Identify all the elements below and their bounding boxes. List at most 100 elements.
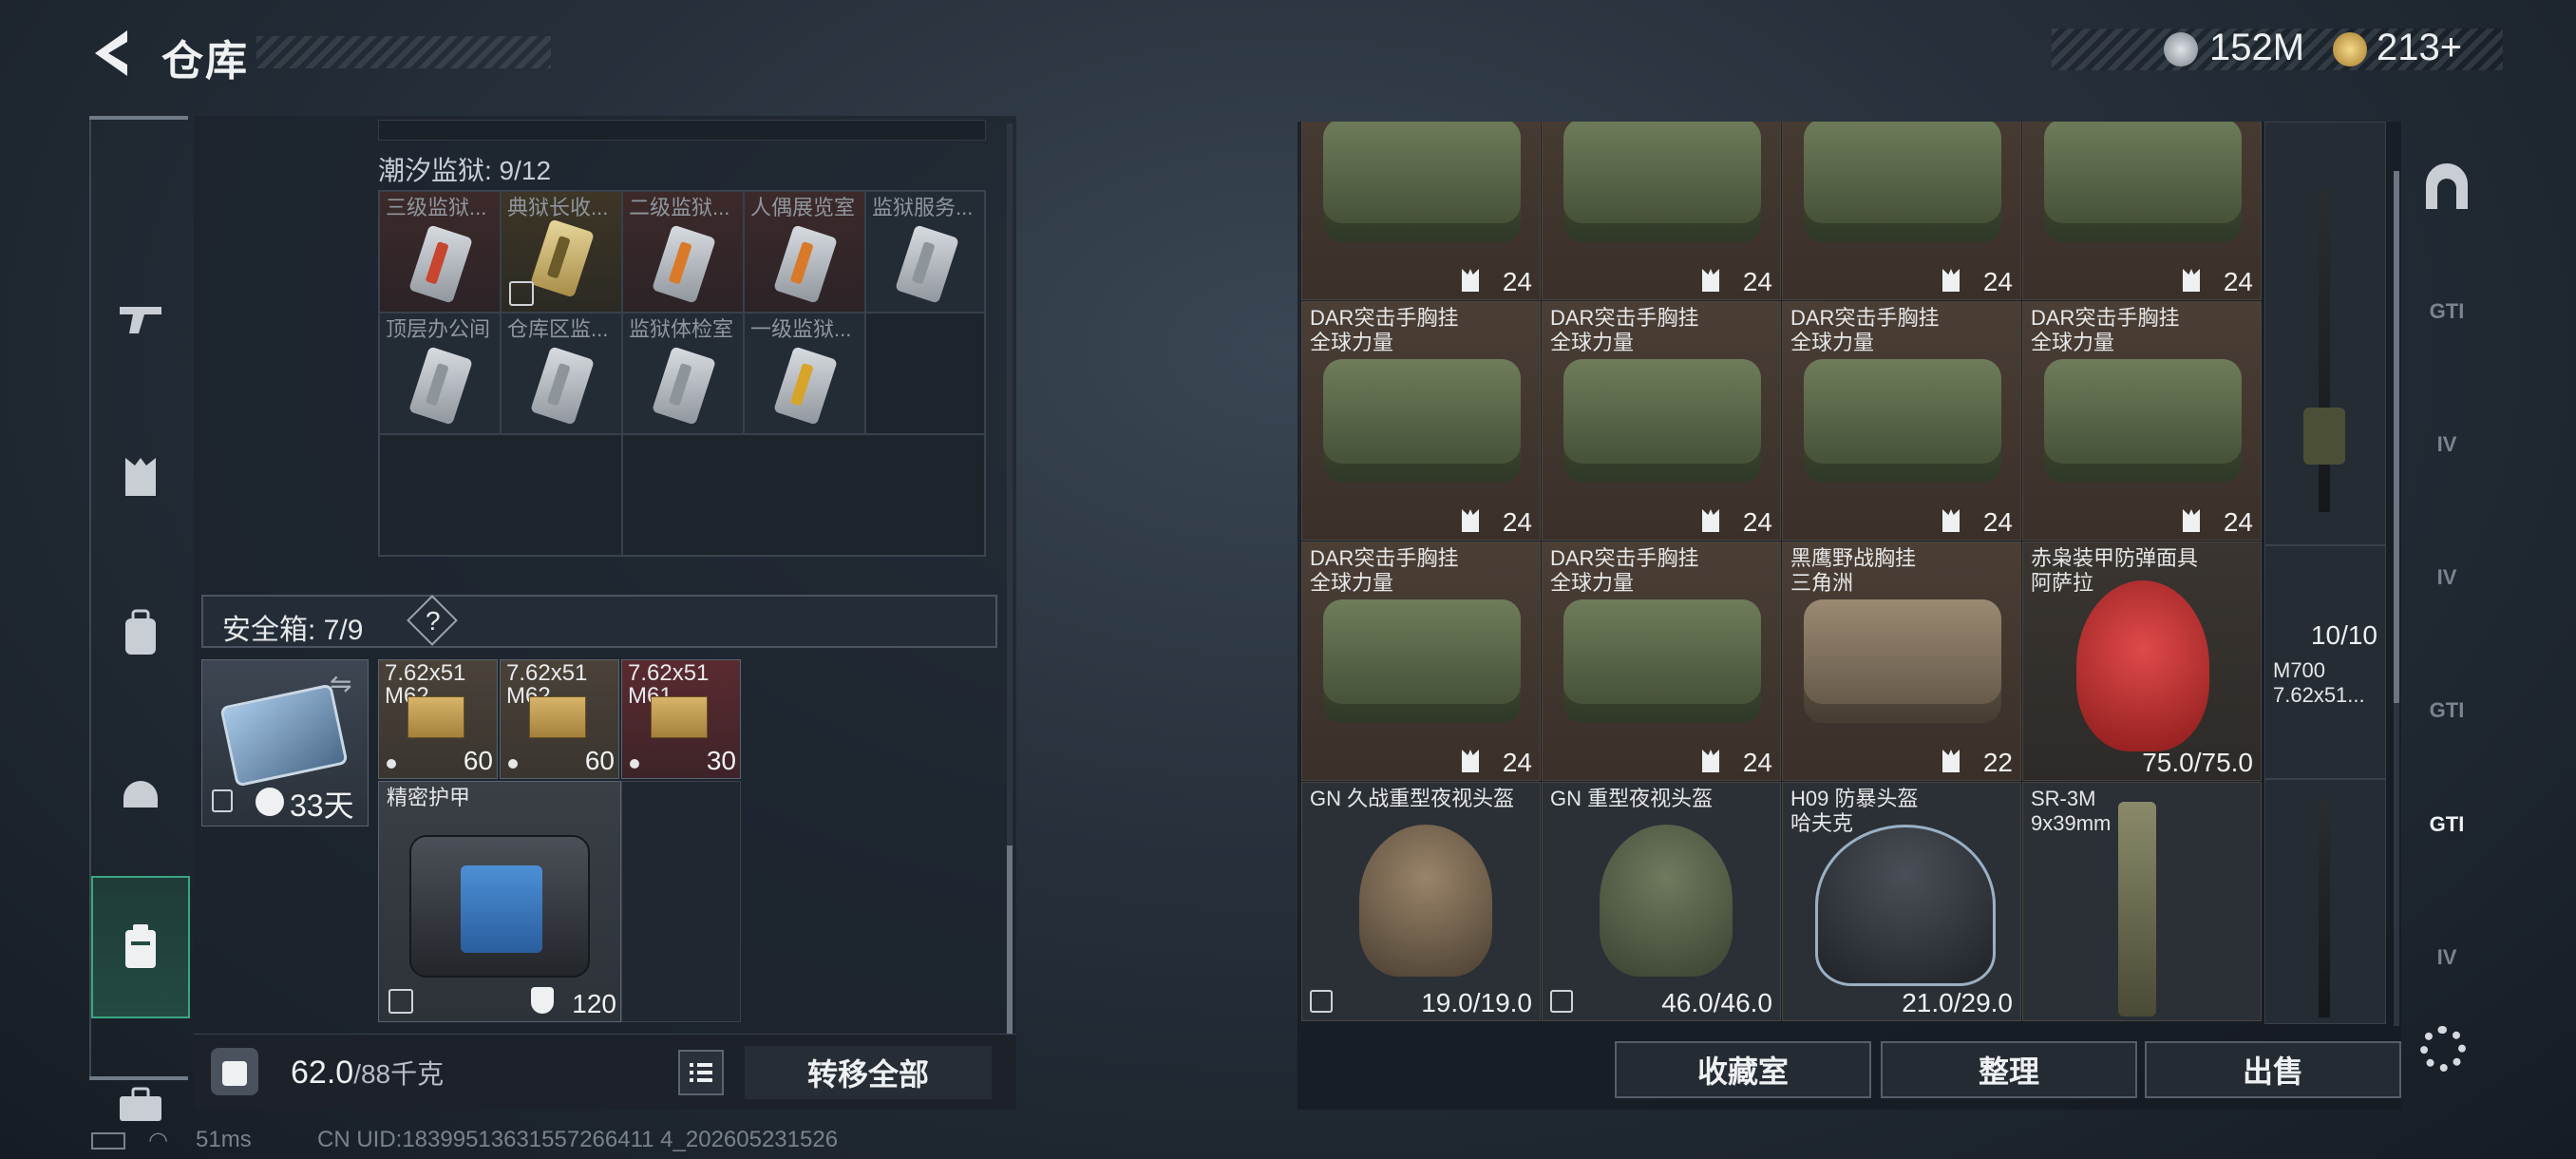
safe-box-days: 33天 xyxy=(290,788,354,823)
collection-room-button[interactable]: 收藏室 xyxy=(1615,1041,1871,1098)
weapon-slot[interactable] xyxy=(2264,779,2386,1024)
vest-small-icon xyxy=(1702,509,1719,532)
list-view-icon[interactable] xyxy=(678,1050,724,1095)
chest-rig-icon xyxy=(1323,599,1521,723)
tab-iv-case-icon[interactable]: IV xyxy=(2405,901,2489,1015)
item-name: DAR突击手胸挂 全球力量 xyxy=(1790,306,1940,354)
silver-coin-icon xyxy=(2164,32,2198,66)
keycard-icon xyxy=(895,224,959,304)
tab-gti-case-icon[interactable]: GTI xyxy=(2405,654,2489,768)
keycard-slot[interactable]: 顶层办公间 xyxy=(379,313,501,434)
nav-weapon-icon[interactable] xyxy=(91,249,190,391)
container-item-slot[interactable]: 24 xyxy=(1542,122,1781,300)
keycard-slot[interactable]: 一级监狱... xyxy=(744,313,865,434)
keycard-slot[interactable]: 监狱体检室 xyxy=(622,313,744,434)
chest-rig-icon xyxy=(2044,122,2242,242)
item-value: 24 xyxy=(1502,267,1532,296)
keycard-icon xyxy=(408,224,473,304)
keycard-label: 三级监狱... xyxy=(386,196,487,219)
item-value: 24 xyxy=(1742,748,1772,777)
tab-gti-case-icon-active[interactable]: GTI xyxy=(2405,768,2489,882)
keycard-icon xyxy=(652,224,716,304)
keycard-slot[interactable]: 典狱长收... xyxy=(501,191,622,313)
transfer-all-button[interactable]: 转移全部 xyxy=(745,1046,992,1099)
keycard-slot[interactable]: 仓库区监... xyxy=(501,313,622,434)
locked-icon xyxy=(509,281,534,306)
container-item-slot[interactable]: GN 久战重型夜视头盔 19.0/19.0 xyxy=(1301,782,1541,1021)
nav-helmet-icon[interactable] xyxy=(91,719,190,862)
title-stripe xyxy=(256,36,551,68)
item-value: 24 xyxy=(2223,267,2253,296)
safe-box-slot[interactable]: ⇋ 33天 xyxy=(201,659,369,826)
keycard-icon xyxy=(652,346,716,426)
keycard-slot[interactable]: 监狱服务... xyxy=(865,191,985,313)
keycard-slot[interactable]: 人偶展览室 xyxy=(744,191,865,313)
item-value: 24 xyxy=(1502,748,1532,777)
container-item-slot[interactable]: 24 xyxy=(2022,122,2262,300)
container-item-slot[interactable]: DAR突击手胸挂 全球力量 24 xyxy=(1301,542,1541,781)
keycard-label: 顶层办公间 xyxy=(386,317,491,341)
tab-iv-case-icon[interactable]: IV xyxy=(2405,388,2489,502)
container-item-slot[interactable]: GN 重型夜视头盔 46.0/46.0 xyxy=(1542,782,1781,1021)
item-name: DAR突击手胸挂 全球力量 xyxy=(2031,306,2180,354)
container-item-slot[interactable]: DAR突击手胸挂 全球力量 24 xyxy=(1782,301,2021,541)
help-mark: ? xyxy=(426,606,441,636)
swap-icon[interactable]: ⇋ xyxy=(330,668,351,699)
nav-backpack-icon[interactable] xyxy=(91,562,190,705)
container-item-slot[interactable]: DAR突击手胸挂 全球力量 24 xyxy=(1542,301,1781,541)
container-item-slot[interactable]: 黑鹰野战胸挂 三角洲 22 xyxy=(1782,542,2021,781)
back-arrow-icon[interactable] xyxy=(87,27,135,80)
container-item-slot[interactable]: DAR突击手胸挂 全球力量 24 xyxy=(1301,301,1541,541)
item-value: 24 xyxy=(1982,507,2013,537)
container-item-slot[interactable]: H09 防暴头盔 哈夫克 21.0/29.0 xyxy=(1782,782,2021,1021)
container-item-slot[interactable]: DAR突击手胸挂 全球力量 24 xyxy=(2022,301,2262,541)
tab-arch-icon[interactable] xyxy=(2405,131,2489,245)
ping-text: 51ms xyxy=(196,1127,252,1152)
keycard-icon xyxy=(530,346,595,426)
settings-gear-icon[interactable] xyxy=(2420,1026,2466,1072)
prison-section-title: 潮汐监狱: 9/12 xyxy=(378,156,552,185)
ammo-slot[interactable]: 7.62x51M62 60 xyxy=(378,659,498,779)
container-scrollbar-thumb[interactable] xyxy=(2394,171,2399,703)
item-value: 75.0/75.0 xyxy=(2142,748,2253,777)
keycard-slot[interactable]: 三级监狱... xyxy=(379,191,501,313)
item-name: GN 久战重型夜视头盔 xyxy=(1310,787,1515,810)
organize-button[interactable]: 整理 xyxy=(1881,1041,2137,1098)
tab-gti-case-icon[interactable]: GTI xyxy=(2405,255,2489,369)
ammo-slot[interactable]: 7.62x51M62 60 xyxy=(500,659,619,779)
vest-small-icon xyxy=(1462,750,1479,772)
lock-icon xyxy=(212,789,233,812)
empty-slot[interactable] xyxy=(621,781,741,1022)
item-value: 24 xyxy=(1502,507,1532,537)
nav-locker-icon[interactable] xyxy=(91,876,190,1018)
container-item-slot[interactable]: 赤枭装甲防弹面具 阿萨拉 75.0/75.0 xyxy=(2022,542,2262,781)
stash-scrollbar-thumb[interactable] xyxy=(1007,846,1013,1036)
keycard-slot[interactable]: 二级监狱... xyxy=(622,191,744,313)
tab-iv-case-icon[interactable]: IV xyxy=(2405,521,2489,635)
item-value: 19.0/19.0 xyxy=(1421,988,1532,1017)
nav-vest-icon[interactable] xyxy=(91,406,190,548)
red-mask-icon xyxy=(2076,580,2209,751)
chest-rig-icon xyxy=(1563,122,1761,242)
sell-button[interactable]: 出售 xyxy=(2145,1041,2401,1098)
empty-slot[interactable] xyxy=(865,313,985,434)
container-item-slot[interactable]: DAR突击手胸挂 全球力量 24 xyxy=(1542,542,1781,781)
currency-gold: 213+ xyxy=(2377,27,2463,68)
ammo-slot[interactable]: 7.62x51M61 30 xyxy=(621,659,741,779)
nav-bottom-line xyxy=(89,1076,188,1080)
container-item-slot[interactable]: 24 xyxy=(1301,122,1541,300)
carry-weight: 62.0/88千克 xyxy=(291,1054,445,1091)
locked-icon xyxy=(388,989,413,1014)
item-value: 24 xyxy=(1742,507,1772,537)
weapon-slot[interactable]: 10/10 M700 7.62x51... xyxy=(2264,545,2386,779)
ammo-dot-icon xyxy=(630,759,639,769)
ammo-box-icon xyxy=(529,696,586,738)
container-item-slot[interactable]: 24 xyxy=(1782,122,2021,300)
empty-slot[interactable] xyxy=(379,434,622,556)
weight-kg-icon xyxy=(211,1048,258,1095)
vest-small-icon xyxy=(2183,269,2200,292)
container-item-slot[interactable]: SR-3M 9x39mm xyxy=(2022,782,2262,1021)
armor-slot[interactable]: 精密护甲 120 xyxy=(378,781,621,1022)
weapon-slot[interactable] xyxy=(2264,122,2386,545)
empty-slot[interactable] xyxy=(622,434,985,556)
